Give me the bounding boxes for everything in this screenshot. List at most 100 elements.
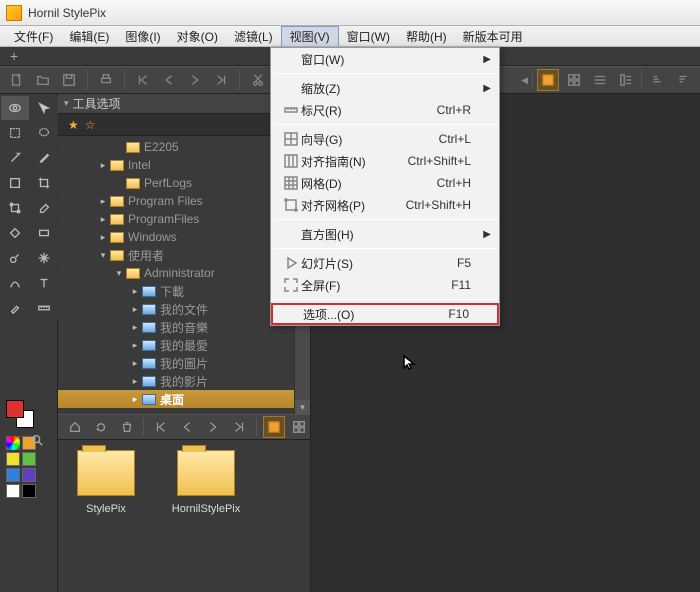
fb-nav-first-icon[interactable] bbox=[150, 416, 172, 438]
eye-tool-icon[interactable] bbox=[1, 96, 29, 120]
tree-node[interactable]: ▸我的影片 bbox=[58, 372, 310, 390]
tree-node[interactable]: ▸我的圖片 bbox=[58, 354, 310, 372]
fb-nav-next-icon[interactable] bbox=[202, 416, 224, 438]
crop-tool-icon[interactable] bbox=[30, 171, 58, 195]
toolbar-collapse-icon[interactable]: ◀ bbox=[521, 75, 528, 86]
gradient-tool-icon[interactable] bbox=[30, 221, 58, 245]
fb-view-grid-icon[interactable] bbox=[289, 416, 311, 438]
brush-tool-icon[interactable] bbox=[30, 146, 58, 170]
sort-desc-icon[interactable] bbox=[672, 69, 694, 91]
eraser-tool-icon[interactable] bbox=[30, 196, 58, 220]
tree-node[interactable]: ▸桌面 bbox=[58, 390, 310, 408]
scroll-down-icon[interactable]: ▼ bbox=[295, 400, 310, 414]
color-swatch[interactable] bbox=[6, 452, 20, 466]
foreground-color[interactable] bbox=[6, 400, 24, 418]
menu-item[interactable]: 帮助(H) bbox=[398, 26, 455, 46]
view-mode-thumbnail-icon[interactable] bbox=[537, 69, 559, 91]
fg-bg-color-swatch[interactable] bbox=[6, 400, 40, 428]
fill-tool-icon[interactable] bbox=[1, 221, 29, 245]
nav-first-icon[interactable] bbox=[132, 69, 154, 91]
tree-caret-icon[interactable]: ▸ bbox=[130, 358, 140, 369]
color-swatch[interactable] bbox=[6, 468, 20, 482]
move-tool-icon[interactable] bbox=[30, 96, 58, 120]
menu-item[interactable]: 图像(I) bbox=[117, 26, 168, 46]
zoom-tool-icon[interactable] bbox=[30, 433, 44, 450]
new-file-icon[interactable] bbox=[6, 69, 28, 91]
tree-caret-icon[interactable]: ▸ bbox=[130, 304, 140, 315]
menu-item[interactable]: 全屏(F)F11 bbox=[271, 274, 499, 296]
wand-tool-icon[interactable] bbox=[1, 146, 29, 170]
fb-nav-prev-icon[interactable] bbox=[176, 416, 198, 438]
transform-tool-icon[interactable] bbox=[1, 196, 29, 220]
view-mode-list-icon[interactable] bbox=[589, 69, 611, 91]
fb-home-icon[interactable] bbox=[64, 416, 86, 438]
menu-item[interactable]: 对齐网格(P)Ctrl+Shift+H bbox=[271, 194, 499, 216]
text-tool-icon[interactable] bbox=[30, 271, 58, 295]
menu-item[interactable]: 直方图(H)▶ bbox=[271, 223, 499, 245]
star-add-icon[interactable]: ☆ bbox=[85, 118, 96, 132]
lasso-tool-icon[interactable] bbox=[30, 121, 58, 145]
tree-caret-icon[interactable]: ▸ bbox=[130, 376, 140, 387]
star-favorite-icon[interactable]: ★ bbox=[68, 118, 79, 132]
menubar: 文件(F)编辑(E)图像(I)对象(O)滤镜(L)视图(V)窗口(W)帮助(H)… bbox=[0, 26, 700, 47]
nav-next-icon[interactable] bbox=[184, 69, 206, 91]
folder-icon bbox=[110, 196, 124, 207]
menu-item[interactable]: 缩放(Z)▶ bbox=[271, 77, 499, 99]
menu-item[interactable]: 编辑(E) bbox=[61, 26, 117, 46]
view-mode-grid-icon[interactable] bbox=[563, 69, 585, 91]
menu-item[interactable]: 窗口(W) bbox=[339, 26, 398, 46]
tree-caret-icon[interactable]: ▸ bbox=[130, 394, 140, 405]
save-icon[interactable] bbox=[58, 69, 80, 91]
menu-item[interactable]: 选项...(O)F10 bbox=[271, 303, 499, 325]
menu-item[interactable]: 窗口(W)▶ bbox=[271, 48, 499, 70]
color-wheel-icon[interactable] bbox=[6, 436, 20, 450]
tree-caret-icon[interactable]: ▸ bbox=[98, 160, 108, 171]
menu-item-label: 选项...(O) bbox=[303, 306, 354, 323]
menu-item[interactable]: 对齐指南(N)Ctrl+Shift+L bbox=[271, 150, 499, 172]
clone-tool-icon[interactable] bbox=[1, 246, 29, 270]
tree-caret-icon[interactable]: ▸ bbox=[130, 286, 140, 297]
tree-caret-icon[interactable]: ▾ bbox=[114, 268, 124, 279]
new-tab-button[interactable]: + bbox=[4, 48, 24, 64]
folder-icon bbox=[142, 394, 156, 405]
tree-caret-icon[interactable]: ▸ bbox=[98, 232, 108, 243]
sparkle-tool-icon[interactable] bbox=[30, 246, 58, 270]
fb-refresh-icon[interactable] bbox=[90, 416, 112, 438]
menu-item[interactable]: 滤镜(L) bbox=[226, 26, 281, 46]
menu-item[interactable]: 幻灯片(S)F5 bbox=[271, 252, 499, 274]
menu-item[interactable]: 新版本可用 bbox=[455, 26, 531, 46]
color-swatch[interactable] bbox=[6, 484, 20, 498]
tree-node[interactable]: ▸我的最愛 bbox=[58, 336, 310, 354]
nav-last-icon[interactable] bbox=[210, 69, 232, 91]
tree-caret-icon[interactable]: ▾ bbox=[98, 250, 108, 261]
fb-nav-last-icon[interactable] bbox=[228, 416, 250, 438]
tree-caret-icon[interactable]: ▸ bbox=[130, 340, 140, 351]
measure-tool-icon[interactable] bbox=[30, 296, 58, 320]
tree-caret-icon[interactable]: ▸ bbox=[98, 196, 108, 207]
color-swatch[interactable] bbox=[22, 484, 36, 498]
menu-item[interactable]: 文件(F) bbox=[6, 26, 61, 46]
marquee-tool-icon[interactable] bbox=[1, 121, 29, 145]
menu-item[interactable]: 向导(G)Ctrl+L bbox=[271, 128, 499, 150]
view-mode-detail-icon[interactable] bbox=[615, 69, 637, 91]
tree-caret-icon[interactable]: ▸ bbox=[98, 214, 108, 225]
fb-delete-icon[interactable] bbox=[116, 416, 138, 438]
color-swatch[interactable] bbox=[22, 468, 36, 482]
menu-item[interactable]: 对象(O) bbox=[169, 26, 226, 46]
shape-tool-icon[interactable] bbox=[1, 171, 29, 195]
menu-item[interactable]: 视图(V) bbox=[281, 26, 339, 46]
sort-asc-icon[interactable] bbox=[646, 69, 668, 91]
menu-item[interactable]: 标尺(R)Ctrl+R bbox=[271, 99, 499, 121]
file-item[interactable]: StylePix bbox=[66, 450, 146, 516]
nav-prev-icon[interactable] bbox=[158, 69, 180, 91]
open-file-icon[interactable] bbox=[32, 69, 54, 91]
fb-view-thumb-icon[interactable] bbox=[263, 416, 285, 438]
color-swatch[interactable] bbox=[22, 452, 36, 466]
path-tool-icon[interactable] bbox=[1, 271, 29, 295]
file-item[interactable]: HornilStylePix bbox=[166, 450, 246, 516]
print-icon[interactable] bbox=[95, 69, 117, 91]
menu-item[interactable]: 网格(D)Ctrl+H bbox=[271, 172, 499, 194]
tree-caret-icon[interactable]: ▸ bbox=[130, 322, 140, 333]
eyedropper-tool-icon[interactable] bbox=[1, 296, 29, 320]
cut-icon[interactable] bbox=[247, 69, 269, 91]
